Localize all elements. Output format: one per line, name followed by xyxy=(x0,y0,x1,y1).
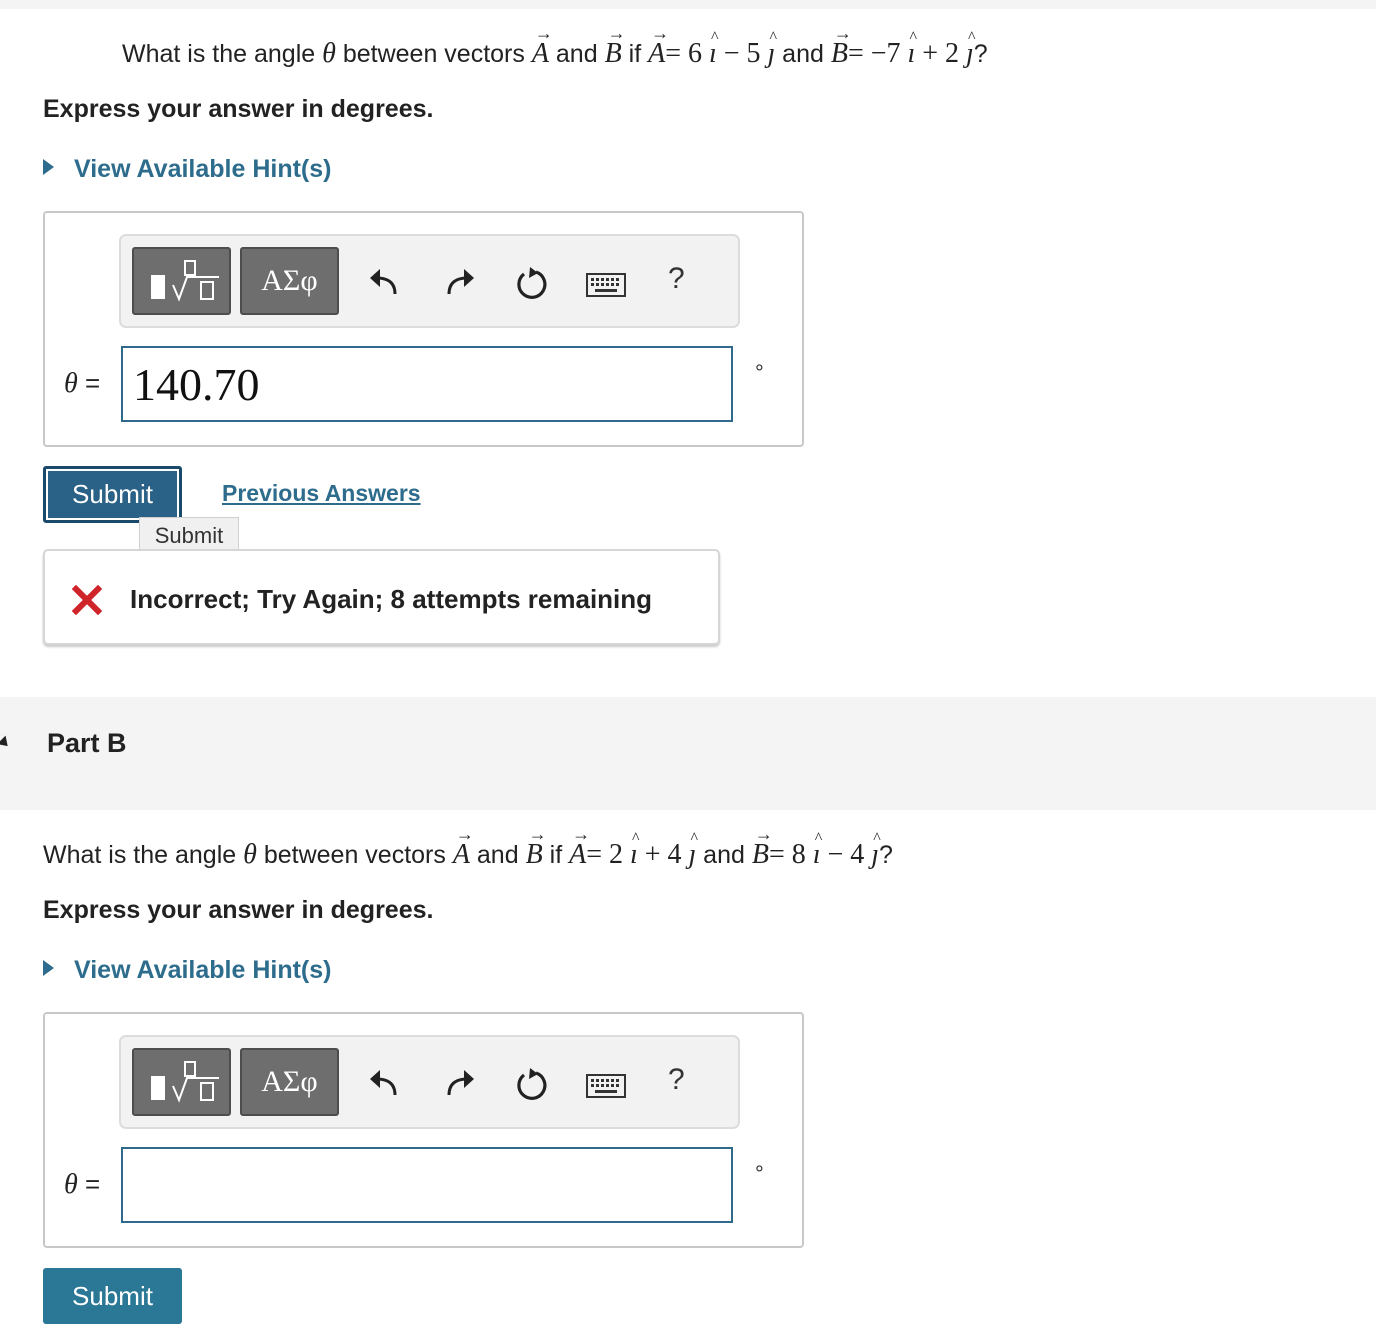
view-hints-link-part-a[interactable]: View Available Hint(s) xyxy=(43,155,331,184)
keyboard-icon[interactable] xyxy=(585,270,627,300)
error-x-icon xyxy=(71,584,103,616)
help-button[interactable]: ? xyxy=(668,1063,685,1097)
part-b-header[interactable] xyxy=(0,697,1376,810)
redo-icon[interactable] xyxy=(442,265,478,301)
expand-triangle-icon xyxy=(43,960,54,976)
submit-button-part-a[interactable]: Submit xyxy=(43,466,182,523)
help-button[interactable]: ? xyxy=(668,262,685,296)
question-part-b: What is the angle θ between vectors A an… xyxy=(43,824,893,871)
view-hints-link-part-b[interactable]: View Available Hint(s) xyxy=(43,956,331,985)
greek-symbols-button[interactable]: ΑΣφ xyxy=(240,247,339,315)
submit-button-part-b[interactable]: Submit xyxy=(43,1268,182,1324)
undo-icon[interactable] xyxy=(366,1066,402,1102)
previous-answers-link[interactable]: Previous Answers xyxy=(222,480,421,507)
templates-icon xyxy=(150,260,219,302)
answer-input-part-b[interactable] xyxy=(121,1147,733,1223)
templates-icon xyxy=(150,1061,219,1103)
greek-symbols-button[interactable]: ΑΣφ xyxy=(240,1048,339,1116)
theta-label-part-a: θ = xyxy=(64,368,101,399)
top-divider xyxy=(0,0,1376,9)
undo-icon[interactable] xyxy=(366,265,402,301)
instruction-part-a: Express your answer in degrees. xyxy=(43,95,434,123)
templates-button[interactable] xyxy=(132,1048,231,1116)
answer-input-part-a[interactable]: 140.70 xyxy=(121,346,733,422)
redo-icon[interactable] xyxy=(442,1066,478,1102)
instruction-part-b: Express your answer in degrees. xyxy=(43,896,434,924)
part-b-title: Part B xyxy=(47,728,127,758)
question-part-a: What is the angle θ between vectors A an… xyxy=(122,23,988,70)
reset-icon[interactable] xyxy=(513,1066,551,1104)
feedback-message: Incorrect; Try Again; 8 attempts remaini… xyxy=(130,584,653,614)
reset-icon[interactable] xyxy=(513,265,551,303)
degree-unit-part-b: ° xyxy=(755,1161,764,1186)
theta-label-part-b: θ = xyxy=(64,1169,101,1200)
degree-unit-part-a: ° xyxy=(755,360,764,385)
keyboard-icon[interactable] xyxy=(585,1071,627,1101)
templates-button[interactable] xyxy=(132,247,231,315)
expand-triangle-icon xyxy=(43,159,54,175)
